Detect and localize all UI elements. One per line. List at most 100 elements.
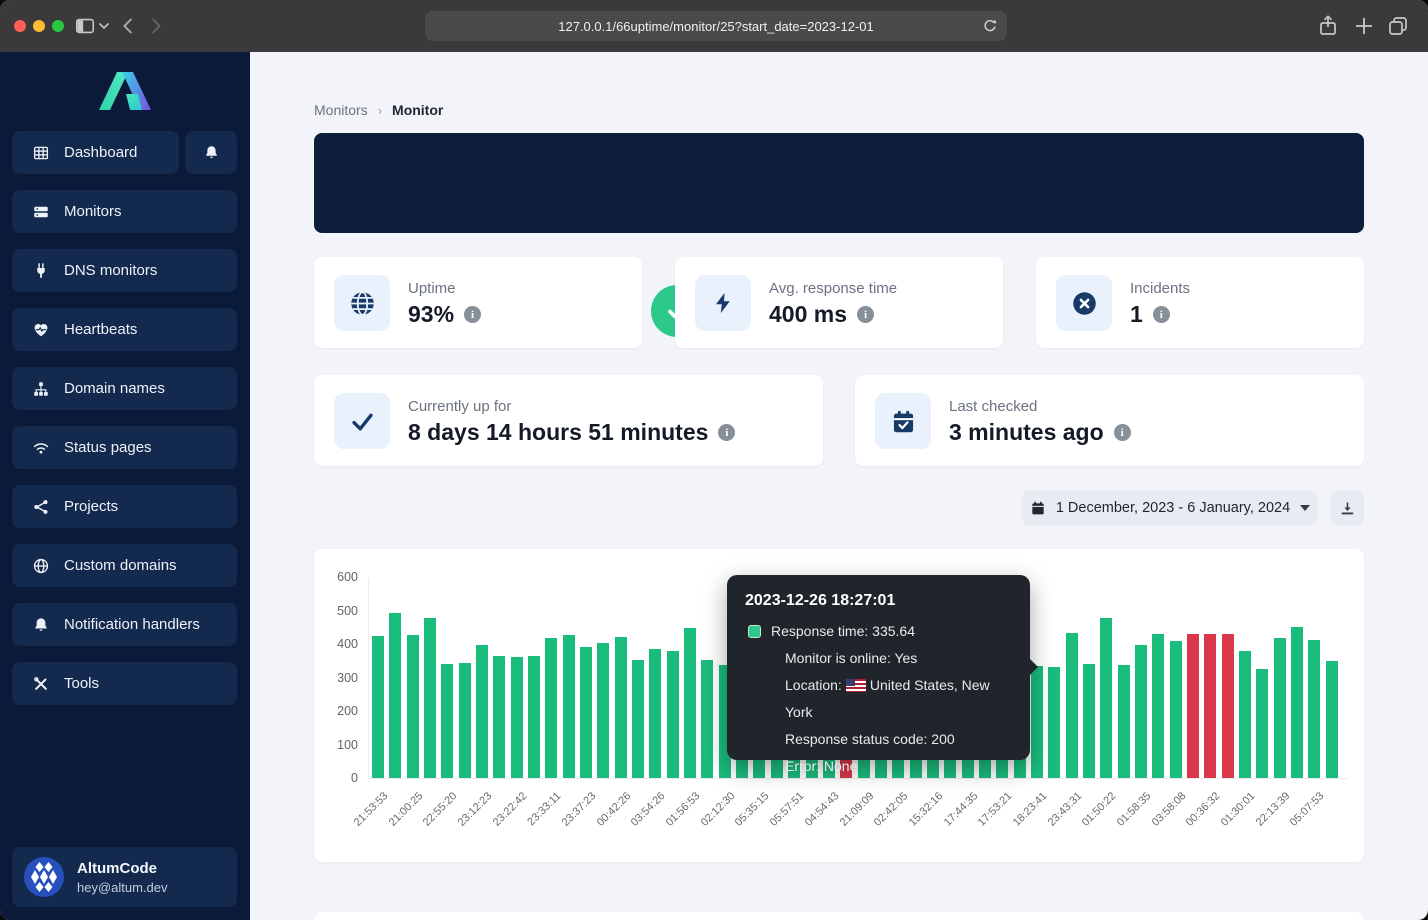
tools-icon [32,675,50,693]
zoom-window-button[interactable] [52,20,64,32]
export-button[interactable] [1330,490,1364,526]
tooltip-location: Location:United States, New York [745,672,1012,726]
sidebar-item-notification-handlers[interactable]: Notification handlers [12,603,237,646]
back-button[interactable] [118,15,140,37]
sidebar-item-label: Projects [64,498,118,515]
x-axis-label: 23:12:23 [429,790,494,855]
us-flag-icon [846,679,866,692]
user-name: AltumCode [77,860,168,877]
uptime-card: Uptime 93% [314,257,642,348]
sidebar-item-label: Domain names [64,380,165,397]
sidebar: Dashboard Monitors DNS monitors Heartbea… [0,52,250,920]
x-axis-label: 01:58:35 [1088,790,1153,855]
chevron-down-icon[interactable] [99,21,109,31]
globe-icon [32,557,50,575]
plug-icon [32,262,50,280]
breadcrumb-current: Monitor [392,102,443,118]
reload-icon[interactable] [981,17,999,35]
new-tab-icon[interactable] [1352,14,1376,38]
sidebar-item-label: Custom domains [64,557,177,574]
stat-label: Avg. response time [769,280,897,297]
info-icon[interactable] [1114,424,1131,441]
tooltip-status-code: Response status code: 200 [745,726,1012,753]
x-axis-label: 23:22:42 [464,790,529,855]
user-profile[interactable]: AltumCode hey@altum.dev [12,847,237,907]
sidebar-item-label: Dashboard [64,144,137,161]
x-axis-label: 00:36:32 [1158,790,1223,855]
server-icon [32,203,50,221]
globe-icon [334,275,390,331]
last-checked-card: Last checked 3 minutes ago [855,375,1364,466]
stat-value: 3 minutes ago [949,419,1104,446]
avg-response-card: Avg. response time 400 ms [675,257,1003,348]
info-icon[interactable] [857,306,874,323]
sidebar-item-projects[interactable]: Projects [12,485,237,528]
stat-label: Incidents [1130,280,1190,297]
x-axis-label: 01:50:22 [1054,790,1119,855]
x-axis-label: 18:23:41 [984,790,1049,855]
share-icon[interactable] [1316,14,1340,38]
x-axis-label: 17:53:21 [950,790,1015,855]
sidebar-item-label: Tools [64,675,99,692]
x-axis-label: 02:42:05 [846,790,911,855]
x-axis-label: 01:30:01 [1192,790,1257,855]
share-nodes-icon [32,498,50,516]
info-icon[interactable] [464,306,481,323]
address-bar-url: 127.0.0.1/66uptime/monitor/25?start_date… [558,19,873,34]
check-icon [334,393,390,449]
sidebar-item-domain-names[interactable]: Domain names [12,367,237,410]
x-axis-label: 22:13:39 [1227,790,1292,855]
chart-tooltip: 2023-12-26 18:27:01 Response time: 335.6… [727,575,1030,760]
sitemap-icon [32,380,50,398]
calendar-check-icon [875,393,931,449]
stat-value: 93% [408,301,454,328]
minimize-window-button[interactable] [33,20,45,32]
tooltip-location-label: Location: [785,677,842,693]
tooltip-response-time: Response time: 335.64 [771,618,915,645]
sidebar-item-label: Monitors [64,203,122,220]
sidebar-item-dashboard[interactable]: Dashboard [12,131,179,174]
x-axis-label: 03:54:26 [603,790,668,855]
notifications-button[interactable] [185,131,237,174]
date-range-picker[interactable]: 1 December, 2023 - 6 January, 2024 [1022,490,1318,526]
sidebar-item-tools[interactable]: Tools [12,662,237,705]
sidebar-item-label: Status pages [64,439,152,456]
x-axis-label: 23:33:11 [499,790,564,855]
app-logo-icon[interactable] [97,66,153,116]
x-axis-label: 17:44:35 [915,790,980,855]
close-window-button[interactable] [14,20,26,32]
x-axis-label: 23:43:31 [1019,790,1084,855]
caret-down-icon [1300,505,1310,511]
x-axis-label: 22:55:20 [395,790,460,855]
tooltip-error: Error: None [745,753,1012,780]
app-window: 127.0.0.1/66uptime/monitor/25?start_date… [0,0,1428,920]
sidebar-item-heartbeats[interactable]: Heartbeats [12,308,237,351]
avatar [24,857,64,897]
sidebar-item-status-pages[interactable]: Status pages [12,426,237,469]
heart-pulse-icon [32,321,50,339]
tab-overview-icon[interactable] [1386,14,1410,38]
x-axis-label: 21:09:09 [811,790,876,855]
stat-label: Last checked [949,398,1037,415]
browser-toolbar: 127.0.0.1/66uptime/monitor/25?start_date… [0,0,1428,52]
sidebar-toggle-icon[interactable] [74,15,96,37]
x-axis-label: 21:53:53 [325,790,390,855]
forward-button[interactable] [144,15,166,37]
stat-value: 8 days 14 hours 51 minutes [408,419,708,446]
breadcrumb-monitors[interactable]: Monitors [314,102,368,118]
breadcrumb: Monitors › Monitor [314,102,443,118]
stat-value: 400 ms [769,301,847,328]
stat-label: Uptime [408,280,456,297]
circle-xmark-icon [1056,275,1112,331]
info-icon[interactable] [718,424,735,441]
x-axis-label: 21:00:25 [360,790,425,855]
address-bar[interactable]: 127.0.0.1/66uptime/monitor/25?start_date… [425,11,1007,41]
sidebar-item-dns-monitors[interactable]: DNS monitors [12,249,237,292]
next-section-card [314,912,1364,920]
sidebar-item-custom-domains[interactable]: Custom domains [12,544,237,587]
stat-value: 1 [1130,301,1143,328]
sidebar-item-monitors[interactable]: Monitors [12,190,237,233]
x-axis-label: 03:58:08 [1123,790,1188,855]
x-axis-label: 05:35:15 [707,790,772,855]
info-icon[interactable] [1153,306,1170,323]
